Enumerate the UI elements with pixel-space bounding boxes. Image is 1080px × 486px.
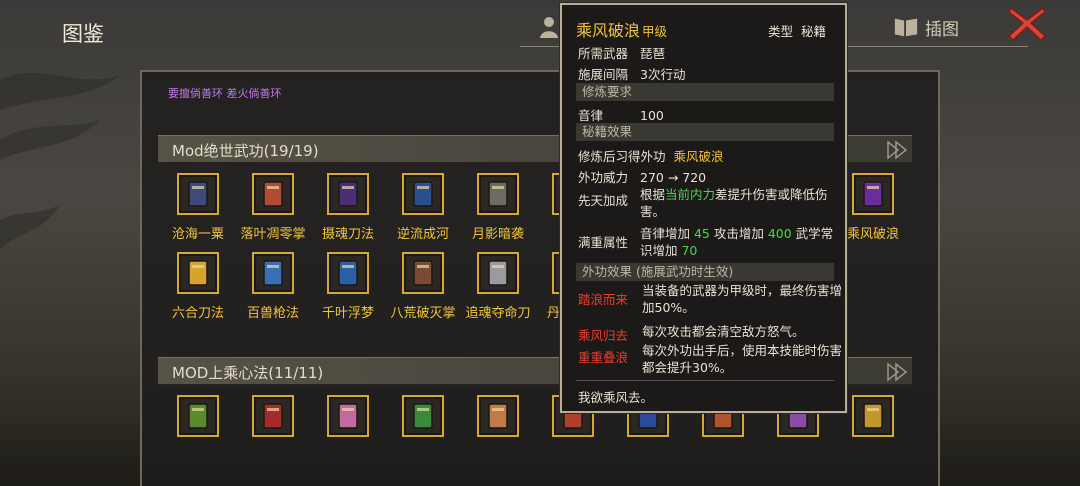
collapse-arrow-icon[interactable] <box>884 360 908 384</box>
full-text: 音律增加 45 攻击增加 400 武学常 识增加 70 <box>640 225 833 259</box>
full-c: 攻击增加 <box>709 226 768 241</box>
page-title: 图鉴 <box>62 22 104 46</box>
purple-book-icon[interactable] <box>327 173 369 215</box>
item-name: 沧海一粟 <box>171 227 224 242</box>
open-book-icon[interactable] <box>477 395 519 437</box>
full-e: 武学常 <box>791 226 834 241</box>
effect-label-3: 重重叠浪 <box>578 350 629 365</box>
innate-text-c: 差提升伤害或降低伤 <box>715 187 828 202</box>
tooltip-grade: 甲级 <box>642 24 668 39</box>
full-d: 400 <box>767 226 792 241</box>
item-name: 六合刀法 <box>171 306 224 321</box>
item-name: 逆流成河 <box>396 227 449 242</box>
tab-character[interactable] <box>536 14 562 40</box>
gold-sword-icon[interactable] <box>177 252 219 294</box>
innate-text-highlight: 当前内力 <box>665 187 716 202</box>
full-b: 45 <box>693 226 710 241</box>
effect-label-1: 踏浪而来 <box>578 292 629 307</box>
requirement-label: 音律 <box>578 108 604 123</box>
item-name: 百兽枪法 <box>246 306 299 321</box>
character-icon <box>536 14 562 40</box>
full-label: 满重属性 <box>578 235 629 250</box>
gold-bamboo-icon[interactable] <box>852 395 894 437</box>
interval-value: 3次行动 <box>640 67 686 82</box>
silver-book-icon[interactable] <box>477 252 519 294</box>
innate-text-a: 根据 <box>640 187 666 202</box>
innate-text-d: 害。 <box>640 204 666 219</box>
item-name: 八荒破灭掌 <box>390 306 456 321</box>
innate-label: 先天加成 <box>578 193 629 208</box>
green-cards-icon[interactable] <box>402 395 444 437</box>
full-g: 70 <box>681 243 698 258</box>
type-value: 秘籍 <box>801 24 827 39</box>
weapon-value: 琵琶 <box>640 46 666 61</box>
book-icon <box>893 14 919 40</box>
requirement-row: 音律 100 <box>578 105 664 124</box>
weapon-row: 所需武器 琵琶 <box>578 43 665 62</box>
learn-row: 修炼后习得外功 乘风破浪 <box>578 146 723 165</box>
section-title: Mod绝世武功(19/19) <box>172 142 319 160</box>
tooltip-title: 乘风破浪 甲级 <box>576 17 667 41</box>
innate-text: 根据当前内力差提升伤害或降低伤 害。 <box>640 186 828 220</box>
item-tooltip: 乘风破浪 甲级 类型 秘籍 所需武器 琵琶 施展间隔 3次行动 修炼要求 音律 100 秘… <box>560 3 847 413</box>
tab-illustrations-label: 插图 <box>925 19 959 40</box>
item-name: 月影暗袭 <box>471 227 524 242</box>
interval-label: 施展间隔 <box>578 67 629 82</box>
tooltip-separator <box>576 380 834 381</box>
full-f: 识增加 <box>640 243 682 258</box>
item-name: 追魂夺命刀 <box>465 306 531 321</box>
purple-tome-icon[interactable] <box>852 173 894 215</box>
power-row: 外功威力 270 → 720 <box>578 167 706 186</box>
external-effect-header: 外功效果 (施展武功时生效) <box>576 263 834 281</box>
requirement-value: 100 <box>640 108 664 123</box>
effect-label-2: 乘风归去 <box>578 328 629 343</box>
effect-text-2: 每次攻击都会清空敌方怒气。 <box>642 324 805 339</box>
full-a: 音律增加 <box>640 226 694 241</box>
brown-book-icon[interactable] <box>402 252 444 294</box>
effect-text-3: 每次外功出手后，使用本技能时伤害都会提升30%。 <box>642 343 843 375</box>
learn-value: 乘风破浪 <box>673 149 724 164</box>
blue-scroll-icon[interactable] <box>177 173 219 215</box>
requirement-header: 修炼要求 <box>576 83 834 101</box>
item-name: 千叶浮梦 <box>321 306 374 321</box>
type-label: 类型 <box>768 24 794 39</box>
blue-card-icon[interactable] <box>327 252 369 294</box>
close-icon[interactable] <box>1005 4 1049 42</box>
tooltip-name: 乘风破浪 <box>576 21 641 40</box>
red-cards-icon[interactable] <box>252 395 294 437</box>
power-label: 外功威力 <box>578 170 629 185</box>
interval-row: 施展间隔 3次行动 <box>578 64 685 83</box>
tooltip-type: 类型 秘籍 <box>768 21 826 40</box>
section-title: MOD上乘心法(11/11) <box>172 364 324 382</box>
tab-illustrations[interactable]: 插图 <box>893 14 959 40</box>
item-name: 摄魂刀法 <box>321 227 374 242</box>
green-scroll-icon[interactable] <box>177 395 219 437</box>
blue-spear-icon[interactable] <box>252 252 294 294</box>
tooltip-quote: 我欲乘风去。 <box>578 390 654 405</box>
blue-book-icon[interactable] <box>402 173 444 215</box>
effect-header: 秘籍效果 <box>576 123 834 141</box>
red-book-icon[interactable] <box>252 173 294 215</box>
pink-book-icon[interactable] <box>327 395 369 437</box>
effect-text-1: 当装备的武器为甲级时，最终伤害增加50%。 <box>642 283 843 315</box>
notice-text: 要擅倘善环 差火倘善环 <box>168 87 282 100</box>
power-value: 270 → 720 <box>640 170 707 185</box>
weapon-label: 所需武器 <box>578 46 629 61</box>
collapse-arrow-icon[interactable] <box>884 138 908 162</box>
learn-label: 修炼后习得外功 <box>578 149 666 164</box>
item-name: 落叶凋零掌 <box>240 227 306 242</box>
background-tree <box>0 72 120 250</box>
grey-book-icon[interactable] <box>477 173 519 215</box>
